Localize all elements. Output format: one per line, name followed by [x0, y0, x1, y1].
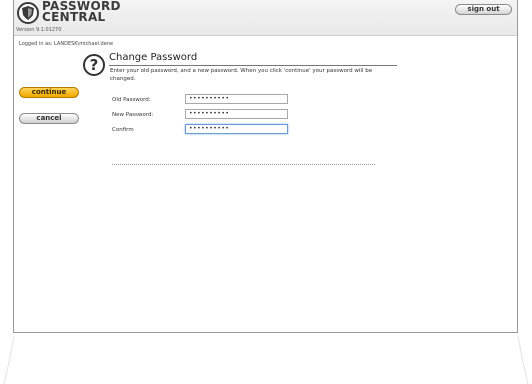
new-password-field[interactable]: •••••••••• [185, 109, 288, 119]
app-header: PASSWORD CENTRAL Version 9.1.01270 sign … [14, 0, 517, 36]
version-label: Version 9.1.01270 [16, 27, 62, 33]
title-divider [109, 65, 397, 66]
logo-line-2: CENTRAL [42, 10, 106, 24]
app-window: PASSWORD CENTRAL Version 9.1.01270 sign … [13, 0, 518, 333]
logged-in-status: Logged in as: LANDESK\michael.dene [19, 41, 114, 47]
form-divider [112, 164, 375, 165]
help-question-icon: ? [83, 54, 105, 76]
sign-out-button[interactable]: sign out [455, 4, 512, 15]
new-password-label: New Password: [112, 112, 154, 118]
cancel-button[interactable]: cancel [19, 113, 79, 124]
continue-button[interactable]: continue [19, 87, 79, 98]
old-password-label: Old Password: [112, 97, 151, 103]
page-title: Change Password [109, 52, 198, 63]
old-password-field[interactable]: •••••••••• [185, 94, 288, 104]
decorative-base [3, 336, 529, 384]
confirm-password-field[interactable]: •••••••••• [185, 124, 288, 134]
page-description: Enter your old password, and a new passw… [110, 68, 373, 82]
confirm-password-label: Confirm [112, 127, 134, 133]
shield-logo-icon [17, 2, 39, 24]
app-logo-text: PASSWORD CENTRAL [42, 0, 121, 24]
